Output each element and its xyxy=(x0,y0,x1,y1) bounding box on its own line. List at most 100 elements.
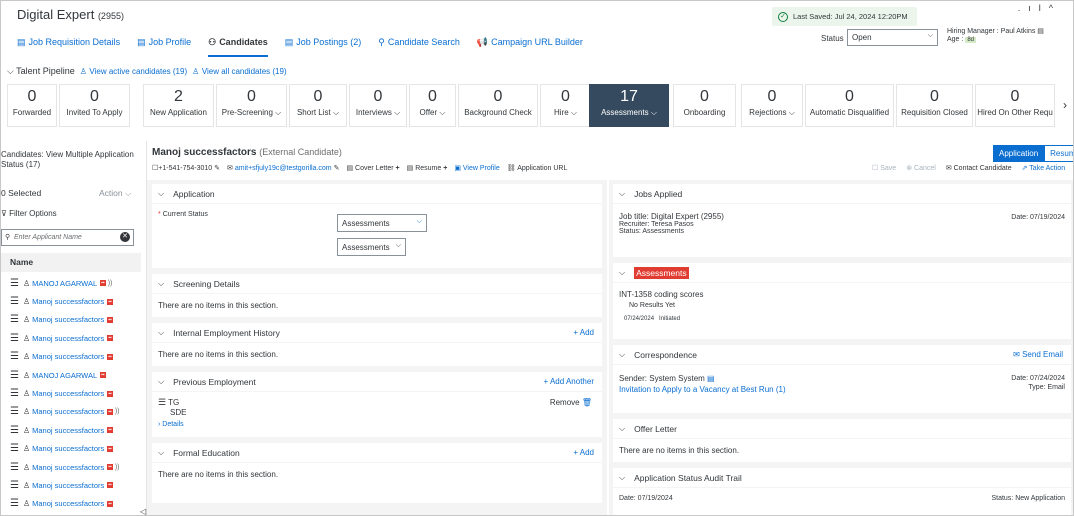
resume[interactable]: ▤ Resume + xyxy=(407,164,448,172)
candidate-link[interactable]: Manoj successfactors xyxy=(32,444,104,453)
previous-employment-header[interactable]: ⌵ Previous Employment + Add Another xyxy=(152,372,602,391)
tab-campaign-url-builder[interactable]: 📢 Campaign URL Builder xyxy=(477,37,583,57)
sub-status-select[interactable]: Assessments ⌵ xyxy=(337,238,406,256)
clear-icon[interactable]: ✕ xyxy=(120,232,130,242)
table-row[interactable]: ☰ ♙ Manoj successfactors ▪▪)) xyxy=(10,403,140,421)
menu-icon[interactable]: ☰ xyxy=(10,498,19,509)
application-url-link[interactable]: ⛓ Application URL xyxy=(507,164,568,172)
filter-options[interactable]: ⊽ Filter Options xyxy=(1,209,57,218)
application-section-header[interactable]: ⌵ Application xyxy=(152,184,602,203)
cover-letter[interactable]: ▤ Cover Letter + xyxy=(346,164,399,172)
application-tab[interactable]: Application xyxy=(993,145,1045,162)
name-column-header[interactable]: Name xyxy=(1,253,141,272)
contact-candidate-button[interactable]: ✉ Contact Candidate xyxy=(946,164,1012,172)
offer-letter-header[interactable]: ⌵ Offer Letter xyxy=(613,419,1071,438)
menu-icon[interactable]: ☰ xyxy=(10,462,19,473)
correspondence-header[interactable]: ⌵ Correspondence ✉ Send Email xyxy=(613,345,1071,364)
take-action-button[interactable]: ⇗ Take Action xyxy=(1022,164,1066,172)
add-another-button[interactable]: + Add Another xyxy=(544,377,595,386)
collapse-up-icon[interactable]: ^ xyxy=(1049,3,1061,13)
remove-button[interactable]: Remove 🗑 xyxy=(550,398,592,407)
menu-icon[interactable]: ☰ xyxy=(10,370,19,381)
save-button[interactable]: ☐ Save xyxy=(872,164,896,172)
candidate-link[interactable]: Manoj successfactors xyxy=(32,481,104,490)
add-education-button[interactable]: + Add xyxy=(573,448,594,457)
table-row[interactable]: ☰ ♙ MANOJ AGARWAL ▪▪ xyxy=(10,366,140,384)
chart-icon[interactable]: .ıl xyxy=(1018,3,1049,13)
tab-candidate-search[interactable]: ⚲ Candidate Search xyxy=(378,37,460,57)
tab-job-requisition-details[interactable]: ▤ Job Requisition Details xyxy=(17,37,120,57)
tab-candidates[interactable]: ⚇ Candidates xyxy=(208,37,268,57)
pipeline-tile[interactable]: 0 Requisition Closed xyxy=(896,84,973,127)
table-row[interactable]: ☰ ♙ Manoj successfactors ▪▪ xyxy=(10,476,140,494)
pipeline-tile[interactable]: 0 Background Check xyxy=(458,84,538,127)
table-row[interactable]: ☰ ♙ Manoj successfactors ▪▪ xyxy=(10,421,140,439)
table-row[interactable]: ☰ ♙ Manoj successfactors ▪▪ xyxy=(10,329,140,347)
view-profile-link[interactable]: ▣ View Profile xyxy=(454,164,499,172)
menu-icon[interactable]: ☰ xyxy=(10,388,19,399)
correspondence-link[interactable]: Invitation to Apply to a Vacancy at Best… xyxy=(619,385,1065,394)
pipeline-tile[interactable]: 0 Pre-Screening ⌵ xyxy=(216,84,287,127)
candidate-link[interactable]: Manoj successfactors xyxy=(32,389,104,398)
table-row[interactable]: ☰ ♙ Manoj successfactors ▪▪ xyxy=(10,311,140,329)
contact-card-icon[interactable]: ▤ xyxy=(1037,28,1044,35)
pipeline-tile[interactable]: 0 Interviews ⌵ xyxy=(349,84,407,127)
view-multiple-status[interactable]: Candidates: View Multiple Application St… xyxy=(1,150,141,170)
pipeline-tile[interactable]: 17 Assessments ⌵ xyxy=(589,84,669,127)
menu-icon[interactable]: ☰ xyxy=(10,425,19,436)
table-row[interactable]: ☰ ♙ Manoj successfactors ▪▪ xyxy=(10,440,140,458)
formal-education-header[interactable]: ⌵ Formal Education + Add xyxy=(152,443,602,462)
view-active-candidates-link[interactable]: View active candidates (19) xyxy=(89,67,187,76)
collapse-left-icon[interactable]: ◁ xyxy=(140,507,146,515)
pipeline-tile[interactable]: 0 Onboarding xyxy=(673,84,736,127)
pipeline-tile[interactable]: 0 Hire ⌵ xyxy=(540,84,591,127)
pipeline-tile[interactable]: 0 Rejections ⌵ xyxy=(741,84,803,127)
candidate-link[interactable]: Manoj successfactors xyxy=(32,297,104,306)
menu-icon[interactable]: ☰ xyxy=(10,443,19,454)
pipeline-tile[interactable]: 0 Automatic Disqualified xyxy=(805,84,894,127)
current-status-select[interactable]: Assessments ⌵ xyxy=(337,214,427,232)
drag-handle-icon[interactable]: ☰ xyxy=(158,397,166,407)
tab-job-postings-2[interactable]: ▤ Job Postings (2) xyxy=(285,37,362,57)
action-menu[interactable]: Action ⌵ xyxy=(99,188,131,199)
table-row[interactable]: ☰ ♙ Manoj successfactors ▪▪ xyxy=(10,384,140,402)
candidate-link[interactable]: MANOJ AGARWAL xyxy=(32,279,97,288)
pipeline-tile[interactable]: 0 Forwarded xyxy=(7,84,57,127)
edit-icon[interactable]: ✎ xyxy=(214,165,220,172)
resume-tab[interactable]: Resume xyxy=(1044,145,1073,162)
candidate-link[interactable]: Manoj successfactors xyxy=(32,463,104,472)
pipeline-tile[interactable]: 0 Invited To Apply xyxy=(59,84,130,127)
tab-job-profile[interactable]: ▤ Job Profile xyxy=(137,37,191,57)
table-row[interactable]: ☰ ♙ MANOJ AGARWAL ▪▪)) xyxy=(10,274,140,292)
jobs-applied-header[interactable]: ⌵ Jobs Applied xyxy=(613,184,1071,203)
menu-icon[interactable]: ☰ xyxy=(10,296,19,307)
table-row[interactable]: ☰ ♙ Manoj successfactors ▪▪ xyxy=(10,292,140,310)
candidate-link[interactable]: Manoj successfactors xyxy=(32,334,104,343)
menu-icon[interactable]: ☰ xyxy=(10,314,19,325)
screening-section-header[interactable]: ⌵ Screening Details xyxy=(152,274,602,293)
assessments-header[interactable]: ⌵ Assessments xyxy=(613,263,1071,282)
add-internal-button[interactable]: + Add xyxy=(573,328,594,337)
candidate-link[interactable]: Manoj successfactors xyxy=(32,499,104,508)
candidate-link[interactable]: Manoj successfactors xyxy=(32,315,104,324)
chevron-right-icon[interactable]: › xyxy=(1063,98,1067,112)
edit-icon[interactable]: ✎ xyxy=(334,165,340,172)
menu-icon[interactable]: ☰ xyxy=(10,406,19,417)
candidate-link[interactable]: MANOJ AGARWAL xyxy=(32,371,97,380)
candidate-link[interactable]: Manoj successfactors xyxy=(32,426,104,435)
pipeline-tile[interactable]: 0 Short List ⌵ xyxy=(289,84,347,127)
view-all-candidates-link[interactable]: View all candidates (19) xyxy=(202,67,287,76)
candidate-link[interactable]: Manoj successfactors xyxy=(32,407,104,416)
collapse-chevron-icon[interactable]: ⌵ xyxy=(7,66,14,76)
applicant-search-input[interactable]: ⚲ Enter Applicant Name ✕ xyxy=(1,229,134,246)
email-link[interactable]: amit+sfjuly19c@testgorilla.com xyxy=(235,165,332,172)
pipeline-tile[interactable]: 0 Offer ⌵ xyxy=(409,84,456,127)
menu-icon[interactable]: ☰ xyxy=(10,333,19,344)
table-row[interactable]: ☰ ♙ Manoj successfactors ▪▪ xyxy=(10,348,140,366)
status-select[interactable]: Open ⌵ xyxy=(847,29,938,46)
candidate-link[interactable]: Manoj successfactors xyxy=(32,352,104,361)
send-email-button[interactable]: ✉ Send Email xyxy=(1013,350,1063,359)
table-row[interactable]: ☰ ♙ Manoj successfactors ▪▪)) xyxy=(10,458,140,476)
menu-icon[interactable]: ☰ xyxy=(10,278,19,289)
menu-icon[interactable]: ☰ xyxy=(10,351,19,362)
